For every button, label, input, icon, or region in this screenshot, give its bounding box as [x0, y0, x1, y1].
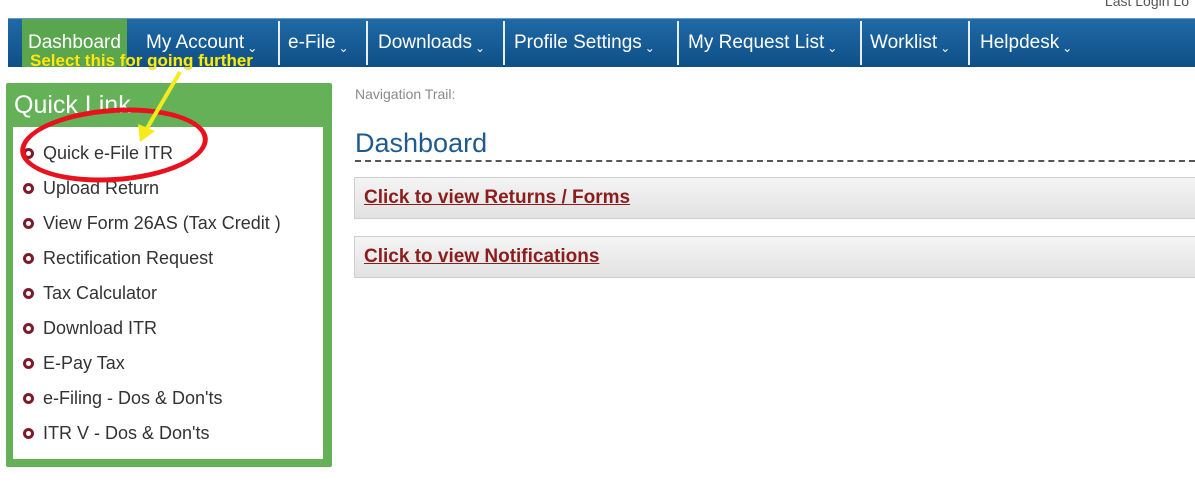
yellow-arrow-icon: [138, 70, 182, 142]
annotation-text: Select this for going further: [30, 51, 253, 70]
